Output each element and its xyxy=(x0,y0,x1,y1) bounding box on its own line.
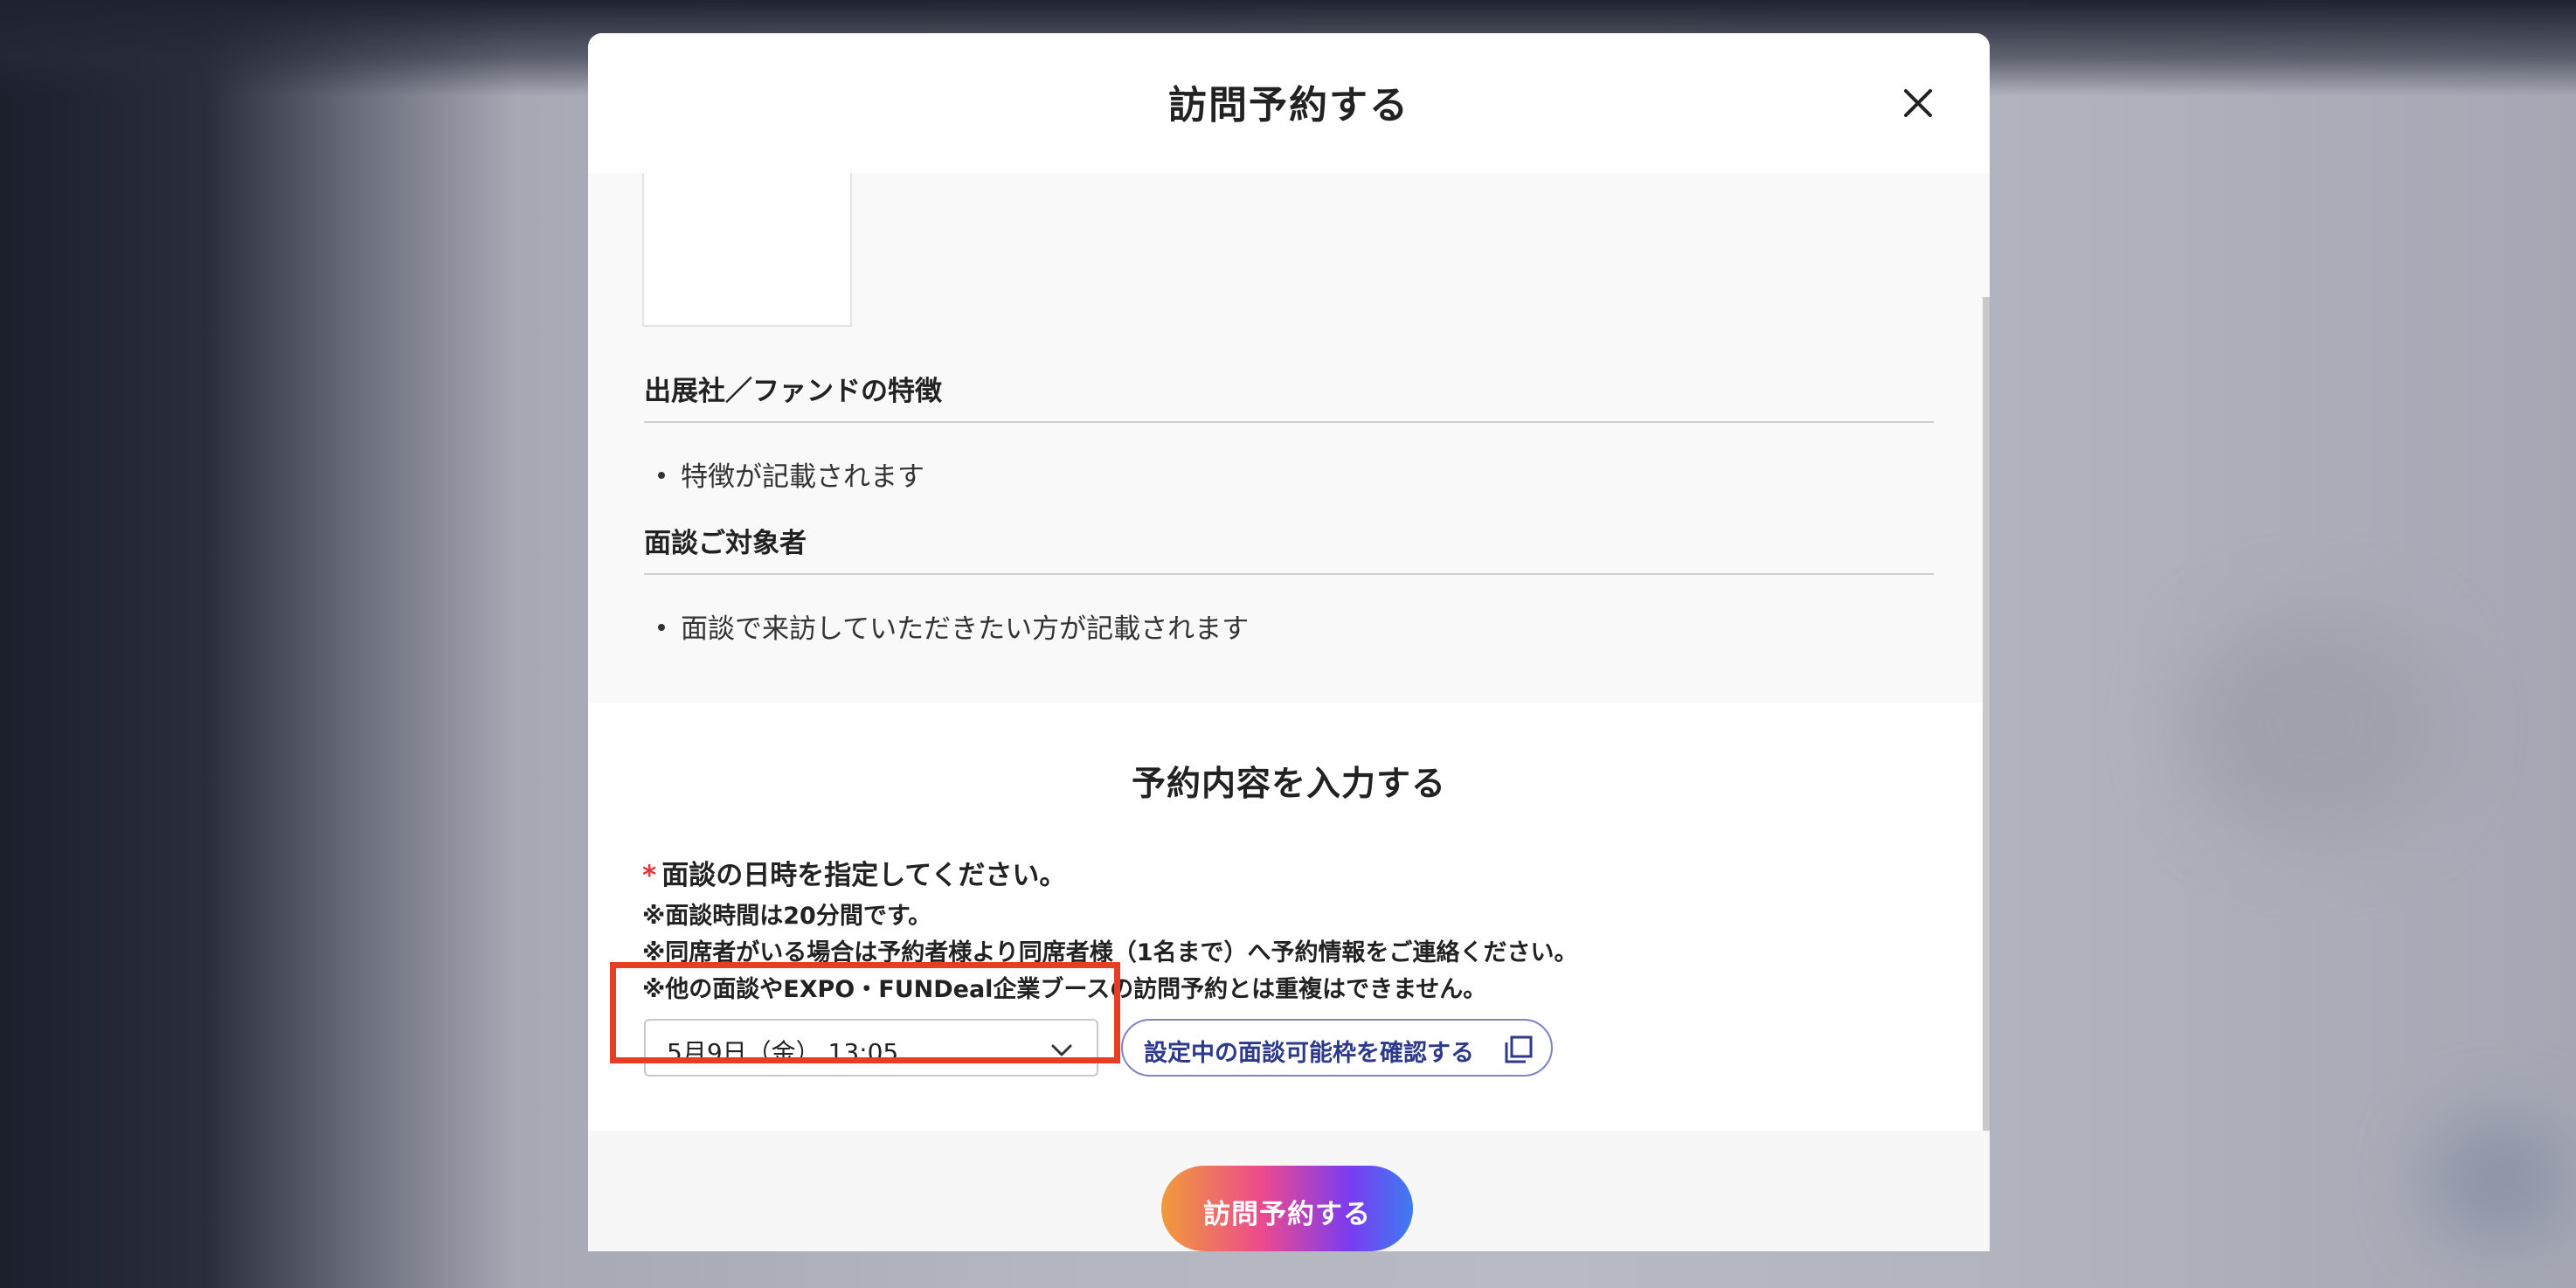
divider xyxy=(644,421,1934,423)
check-slots-button[interactable]: 設定中の面談可能枠を確認する xyxy=(1121,1019,1553,1077)
bullet-icon xyxy=(658,623,665,631)
exhibitor-image xyxy=(642,173,852,327)
datetime-label: * 面談の日時を指定してください。 xyxy=(642,860,1067,891)
exhibitor-info: 出展社／ファンドの特徴 特徴が記載されます 面談ご対象者 面談で来訪していただき… xyxy=(588,173,1990,703)
target-heading: 面談ご対象者 xyxy=(644,528,807,559)
features-heading: 出展社／ファンドの特徴 xyxy=(644,376,942,407)
booking-form: 予約内容を入力する * 面談の日時を指定してください。 ※面談時間は20分間です。… xyxy=(588,703,1990,1131)
bullet-icon xyxy=(658,471,665,479)
close-icon[interactable] xyxy=(1901,86,1935,121)
backdrop-blur xyxy=(2185,612,2447,839)
list-item: 特徴が記載されます xyxy=(658,454,924,494)
modal-footer: 訪問予約する xyxy=(588,1131,1990,1251)
submit-booking-button[interactable]: 訪問予約する xyxy=(1161,1166,1413,1251)
note-overlap: ※他の面談やEXPO・FUNDeal企業ブースの訪問予約とは重複はできません。 xyxy=(642,976,1487,1003)
submit-label: 訪問予約する xyxy=(1203,1199,1371,1230)
note-companion: ※同席者がいる場合は予約者様より同席者様（1名まで）へ予約情報をご連絡ください。 xyxy=(642,939,1578,966)
check-slots-label: 設定中の面談可能枠を確認する xyxy=(1144,1040,1474,1067)
list-item: 面談で来訪していただきたい方が記載されます xyxy=(658,606,1249,646)
note-duration: ※面談時間は20分間です。 xyxy=(642,903,932,930)
datetime-select[interactable]: 5月9日（金） 13:05 xyxy=(644,1019,1098,1077)
modal-header: 訪問予約する xyxy=(588,33,1990,173)
external-window-icon xyxy=(1505,1035,1533,1063)
form-title: 予約内容を入力する xyxy=(1131,765,1446,804)
datetime-select-value: 5月9日（金） 13:05 xyxy=(667,1038,899,1067)
required-mark: * xyxy=(642,860,657,891)
modal-title: 訪問予約する xyxy=(1168,83,1409,128)
scrollbar[interactable] xyxy=(1983,297,1990,1131)
booking-modal: 訪問予約する 出展社／ファンドの特徴 特徴が記載されます 面談ご対象者 面談で来… xyxy=(588,33,1990,1251)
divider xyxy=(644,573,1934,575)
backdrop-blur xyxy=(2429,1118,2569,1241)
chevron-down-icon xyxy=(1051,1044,1072,1056)
